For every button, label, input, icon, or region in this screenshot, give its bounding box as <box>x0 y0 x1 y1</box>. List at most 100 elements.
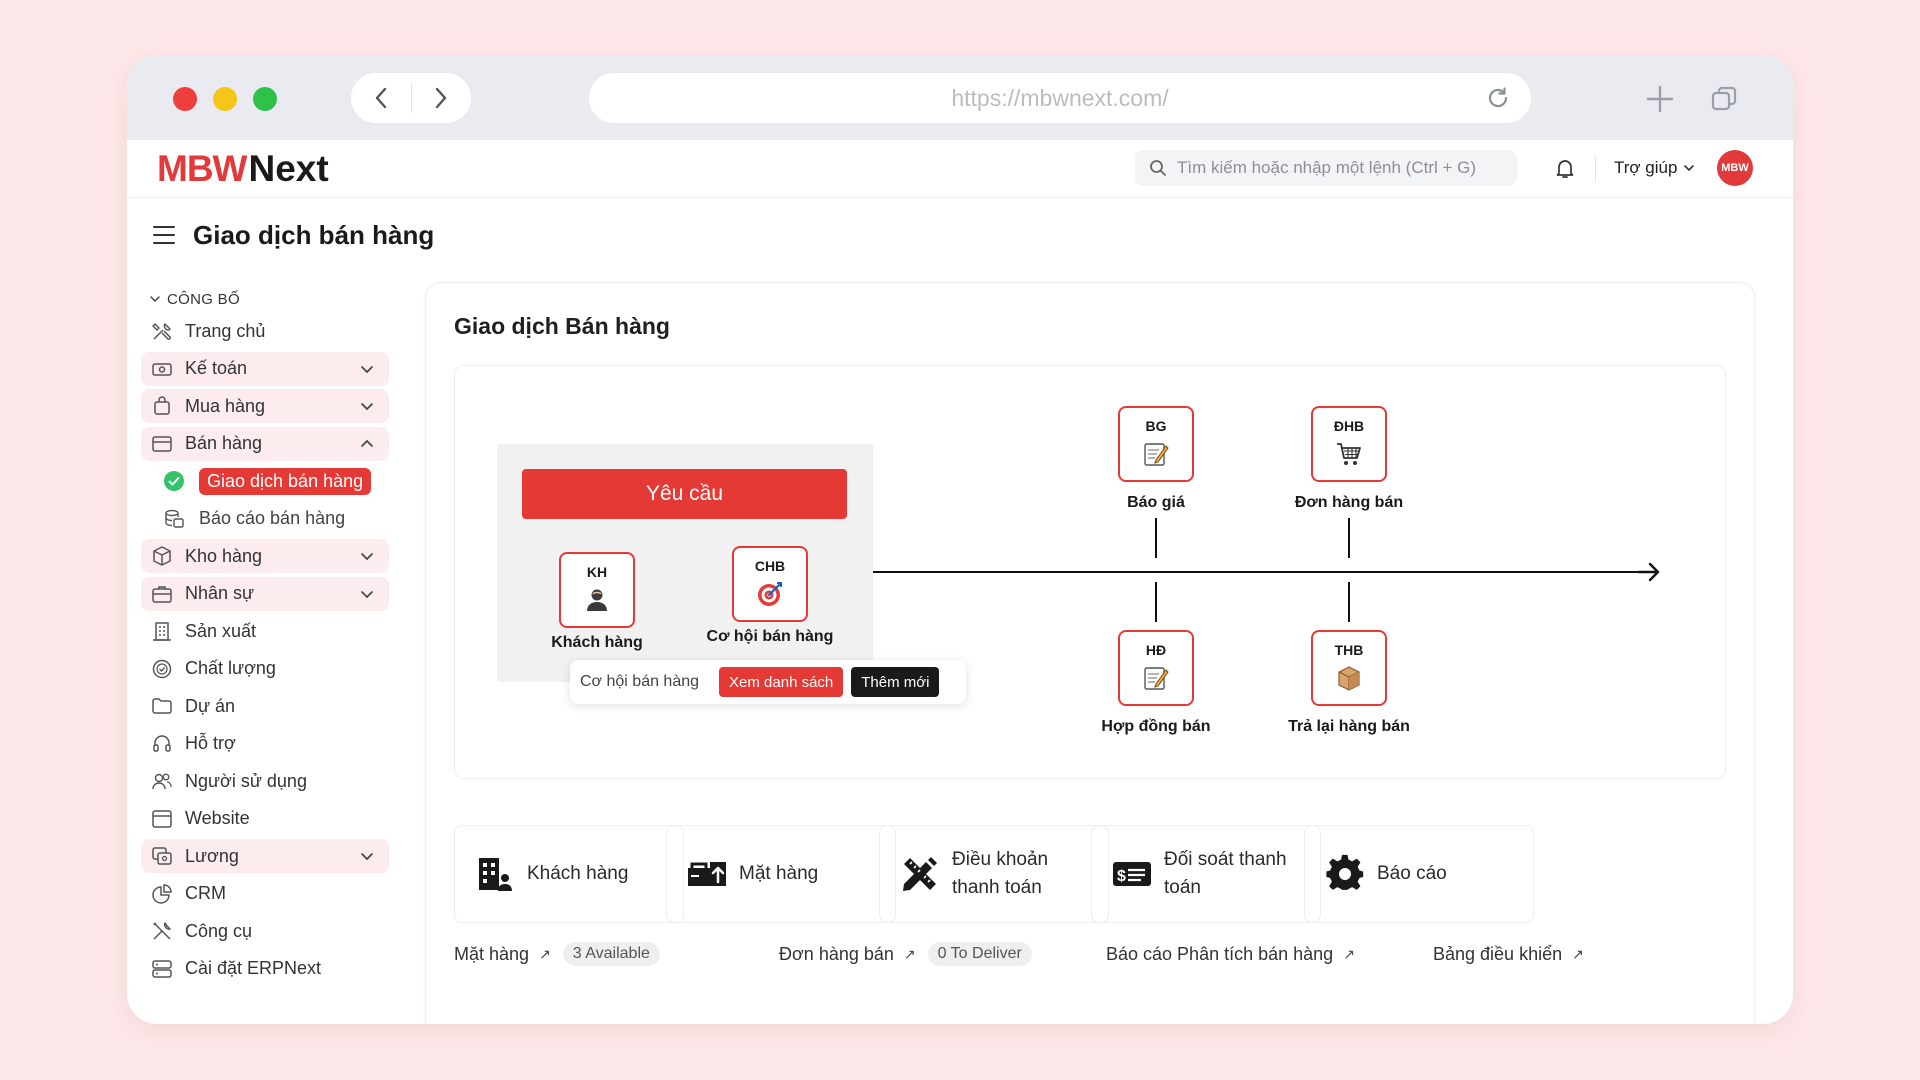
search-input[interactable]: Tìm kiếm hoặc nhập một lệnh (Ctrl + G) <box>1135 150 1517 186</box>
chevron-down-icon[interactable] <box>359 586 375 602</box>
shortcut-payment-reconciliation[interactable]: $ Đối soát thanh toán <box>1091 825 1321 923</box>
shortcut-customer[interactable]: Khách hàng <box>454 825 684 923</box>
node-contract[interactable]: HĐ <box>1118 630 1194 706</box>
window-icon <box>151 808 173 830</box>
sidebar-subitem-sales-reports[interactable]: Báo cáo bán hàng <box>141 502 389 536</box>
chevron-down-icon[interactable] <box>359 361 375 377</box>
node-sales-return-label: Trả lại hàng bán <box>1288 718 1410 735</box>
sidebar-item-erpnext-settings[interactable]: Cài đặt ERPNext <box>141 952 389 986</box>
node-customer[interactable]: KH <box>559 552 635 628</box>
request-button[interactable]: Yêu cầu <box>522 469 847 519</box>
sidebar-item-accounting[interactable]: Kế toán <box>141 351 389 386</box>
bell-icon[interactable] <box>1553 156 1577 180</box>
package-icon <box>1338 666 1360 691</box>
sidebar-item-website[interactable]: Website <box>141 802 389 836</box>
help-label: Trợ giúp <box>1614 158 1678 177</box>
sidebar-item-purchasing[interactable]: Mua hàng <box>141 389 389 423</box>
box-icon <box>151 545 173 567</box>
shopping-cart-icon <box>1337 443 1361 465</box>
browser-chrome: https://mbwnext.com/ <box>127 56 1793 140</box>
mbw-next-logo[interactable]: MBW Next <box>157 148 329 190</box>
page-title-row: Giao dịch bán hàng <box>153 220 434 250</box>
chevron-down-icon[interactable] <box>359 548 375 564</box>
sidebar-item-quality[interactable]: Chất lượng <box>141 652 389 686</box>
link-dashboard[interactable]: Bảng điều khiển ↗ <box>1433 941 1596 967</box>
node-contract-label: Hợp đồng bán <box>1101 718 1211 735</box>
menu-toggle-icon[interactable] <box>153 226 175 244</box>
link-label: Mặt hàng <box>454 943 530 964</box>
url-text: https://mbwnext.com/ <box>951 84 1169 111</box>
sidebar-item-home[interactable]: Trang chủ <box>141 314 389 348</box>
sidebar-item-crm[interactable]: CRM <box>141 877 389 911</box>
node-sales-return[interactable]: THB <box>1311 630 1387 706</box>
sidebar-item-inventory[interactable]: Kho hàng <box>141 539 389 573</box>
link-items[interactable]: Mặt hàng ↗ 3 Available <box>454 941 660 967</box>
reload-icon[interactable] <box>1485 85 1511 111</box>
sidebar-item-projects[interactable]: Dự án <box>141 689 389 723</box>
browser-window: https://mbwnext.com/ MBW Next Tìm kiếm h… <box>127 56 1793 1024</box>
arrow-up-right-icon: ↗ <box>1572 945 1584 962</box>
sidebar-item-label: Kế toán <box>185 358 248 378</box>
app-header: MBW Next Tìm kiếm hoặc nhập một lệnh (Ct… <box>127 140 1793 198</box>
tabs-overview-icon[interactable] <box>1709 84 1739 114</box>
back-button[interactable] <box>351 73 411 123</box>
connector-sales-order <box>1348 518 1350 558</box>
workspace-card: Giao dịch Bán hàng Yêu cầu KH Khách hàng… <box>425 282 1755 1024</box>
link-label: Đơn hàng bán <box>779 943 894 964</box>
minimize-window-dot[interactable] <box>213 87 237 111</box>
shortcut-label: Khách hàng <box>527 863 629 884</box>
node-sales-order[interactable]: ĐHB <box>1311 406 1387 482</box>
add-new-button[interactable]: Thêm mới <box>851 667 940 697</box>
chevron-down-icon[interactable] <box>359 848 375 864</box>
avatar[interactable]: MBW <box>1717 150 1753 186</box>
wrench-icon <box>151 920 173 942</box>
link-sales-order[interactable]: Đơn hàng bán ↗ 0 To Deliver <box>779 941 1032 967</box>
chevron-down-icon[interactable] <box>359 398 375 414</box>
sidebar-item-hr[interactable]: Nhân sự <box>141 576 389 611</box>
node-quotation-label: Báo giá <box>1127 494 1185 511</box>
maximize-window-dot[interactable] <box>253 87 277 111</box>
new-tab-icon[interactable] <box>1645 84 1675 114</box>
shortcut-payment-terms[interactable]: Điều khoản thanh toán <box>879 825 1109 923</box>
headset-icon <box>151 733 173 755</box>
sidebar-subitem-sales-transactions[interactable]: Giao dịch bán hàng <box>141 464 389 498</box>
sidebar-section-label: CÔNG BỐ <box>167 290 240 308</box>
arrow-up-right-icon: ↗ <box>903 945 916 962</box>
sidebar-item-support[interactable]: Hỗ trợ <box>141 727 389 761</box>
opportunity-popover: Cơ hội bán hàng Xem danh sách Thêm mới <box>570 660 966 704</box>
status-badge: 0 To Deliver <box>927 942 1032 966</box>
view-list-button[interactable]: Xem danh sách <box>719 667 844 697</box>
chevron-right-icon <box>435 87 447 109</box>
link-sales-analytics[interactable]: Báo cáo Phân tích bán hàng ↗ <box>1106 941 1367 967</box>
shortcut-item[interactable]: Mặt hàng <box>666 825 896 923</box>
item-truck-icon <box>685 852 729 896</box>
tools-icon <box>151 320 173 342</box>
close-window-dot[interactable] <box>173 87 197 111</box>
badge-check-icon <box>151 658 173 680</box>
sidebar-item-payroll[interactable]: Lương <box>141 839 389 873</box>
sidebar-item-users[interactable]: Người sử dụng <box>141 764 389 798</box>
help-menu[interactable]: Trợ giúp <box>1614 158 1695 178</box>
sidebar-item-selling[interactable]: Bán hàng <box>141 426 389 461</box>
sidebar-item-label: Lương <box>185 845 239 866</box>
memo-icon <box>1144 443 1169 466</box>
sidebar-item-label: Người sử dụng <box>185 770 307 791</box>
sidebar-item-manufacturing[interactable]: Sản xuất <box>141 614 389 648</box>
address-bar[interactable]: https://mbwnext.com/ <box>589 73 1531 123</box>
node-opportunity[interactable]: CHB <box>732 546 808 622</box>
shortcut-reports[interactable]: Báo cáo <box>1304 825 1534 923</box>
server-icon <box>151 958 173 980</box>
sidebar-item-tools[interactable]: Công cụ <box>141 914 389 948</box>
node-quotation[interactable]: BG <box>1118 406 1194 482</box>
forward-button[interactable] <box>411 73 471 123</box>
connector-quote <box>1155 518 1157 558</box>
card-icon <box>151 433 173 455</box>
logo-mbw-text: MBW <box>157 148 247 189</box>
connector-return <box>1348 582 1350 622</box>
node-code: CHB <box>754 558 786 574</box>
chevron-up-icon[interactable] <box>359 436 375 452</box>
sidebar-section-header[interactable]: CÔNG BỐ <box>141 284 389 314</box>
sidebar: CÔNG BỐ Trang chủ Kế toán Mua hàng Bán h… <box>141 284 389 989</box>
page-title: Giao dịch bán hàng <box>193 219 435 250</box>
sidebar-item-label: Dự án <box>185 695 236 716</box>
